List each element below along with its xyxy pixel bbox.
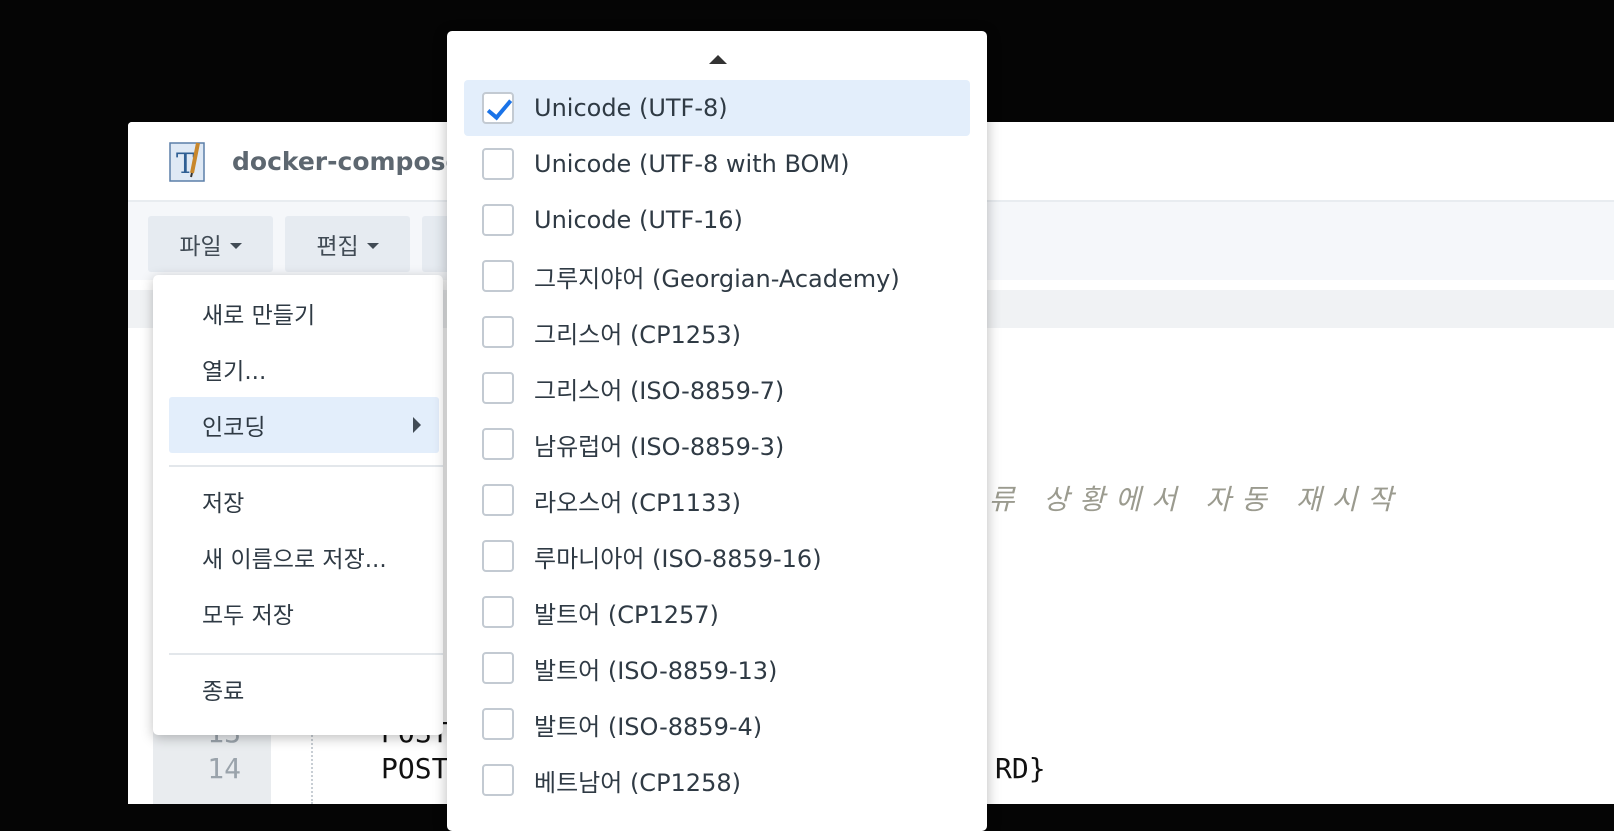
window-title: docker-compose <box>232 147 463 176</box>
encoding-option[interactable]: Unicode (UTF-8) <box>464 80 970 136</box>
menu-item-label: 모두 저장 <box>202 603 294 629</box>
checkbox-icon[interactable] <box>482 652 514 684</box>
menu-item-label: 새로 만들기 <box>202 303 316 329</box>
menu-item-label: 저장 <box>202 491 245 517</box>
encoding-option[interactable]: 그루지야어 (Georgian-Academy) <box>464 248 970 304</box>
menu-item-label: 새 이름으로 저장... <box>202 547 387 573</box>
menu-divider <box>169 465 443 467</box>
encoding-option-label: 그루지야어 (Georgian-Academy) <box>534 264 900 293</box>
chevron-down-icon <box>229 242 242 249</box>
code-comment: 오류 상황에서 자동 재시작 <box>953 483 1404 516</box>
checkbox-icon[interactable] <box>482 540 514 572</box>
encoding-option[interactable]: 루마니아어 (ISO-8859-16) <box>464 528 970 584</box>
encoding-option[interactable]: 남유럽어 (ISO-8859-3) <box>464 416 970 472</box>
menu-item-save-as[interactable]: 새 이름으로 저장... <box>169 529 439 585</box>
checkbox-icon[interactable] <box>482 428 514 460</box>
encoding-option-label: 베트남어 (CP1258) <box>534 768 741 797</box>
menu-item-new[interactable]: 새로 만들기 <box>169 285 439 341</box>
encoding-option[interactable]: 베트남어 (CP1258) <box>464 752 970 808</box>
file-menu-button[interactable]: 파일 <box>148 216 273 272</box>
encoding-option-label: 발트어 (ISO-8859-13) <box>534 656 778 685</box>
checkbox-icon[interactable] <box>482 596 514 628</box>
encoding-option[interactable]: 발트어 (CP1257) <box>464 584 970 640</box>
checkbox-icon[interactable] <box>482 148 514 180</box>
code-line: POST <box>381 752 449 785</box>
checkbox-icon[interactable] <box>482 204 514 236</box>
chevron-down-icon <box>366 242 379 249</box>
encoding-option-label: 발트어 (ISO-8859-4) <box>534 712 763 741</box>
menu-item-save-all[interactable]: 모두 저장 <box>169 585 439 641</box>
encoding-option-label: 발트어 (CP1257) <box>534 600 719 629</box>
scroll-up-arrow-icon[interactable] <box>709 55 727 64</box>
encoding-option-label: 그리스어 (CP1253) <box>534 320 741 349</box>
menu-divider <box>169 653 443 655</box>
encoding-option[interactable]: 그리스어 (ISO-8859-7) <box>464 360 970 416</box>
line-number: 14 <box>207 752 241 785</box>
edit-menu-button[interactable]: 편집 <box>285 216 410 272</box>
menu-item-exit[interactable]: 종료 <box>169 661 439 717</box>
checkbox-icon[interactable] <box>482 260 514 292</box>
encoding-option[interactable]: Unicode (UTF-16) <box>464 192 970 248</box>
menu-item-save[interactable]: 저장 <box>169 473 439 529</box>
encoding-option[interactable]: Unicode (UTF-8 with BOM) <box>464 136 970 192</box>
menu-item-label: 인코딩 <box>202 415 266 441</box>
menu-item-open[interactable]: 열기... <box>169 341 439 397</box>
encoding-option-label: 그리스어 (ISO-8859-7) <box>534 376 785 405</box>
text-editor-app-icon: T <box>169 142 205 182</box>
encoding-option-label: Unicode (UTF-8 with BOM) <box>534 150 850 178</box>
encoding-option-label: 남유럽어 (ISO-8859-3) <box>534 432 785 461</box>
file-menu-label: 파일 <box>179 234 222 260</box>
checkbox-checked-icon[interactable] <box>482 92 514 124</box>
encoding-option-label: 라오스어 (CP1133) <box>534 488 741 517</box>
encoding-option[interactable]: 라오스어 (CP1133) <box>464 472 970 528</box>
checkbox-icon[interactable] <box>482 484 514 516</box>
menu-item-label: 종료 <box>202 679 245 705</box>
encoding-submenu: Unicode (UTF-8) Unicode (UTF-8 with BOM) U… <box>447 31 987 831</box>
encoding-option-label: Unicode (UTF-8) <box>534 94 728 122</box>
chevron-right-icon <box>413 417 421 433</box>
encoding-option-label: 루마니아어 (ISO-8859-16) <box>534 544 822 573</box>
encoding-option-label: Unicode (UTF-16) <box>534 206 743 234</box>
encoding-option[interactable]: 발트어 (ISO-8859-13) <box>464 640 970 696</box>
menu-item-encoding[interactable]: 인코딩 <box>169 397 439 453</box>
code-line-tail: RD} <box>995 752 1046 785</box>
checkbox-icon[interactable] <box>482 316 514 348</box>
checkbox-icon[interactable] <box>482 708 514 740</box>
edit-menu-label: 편집 <box>316 234 359 260</box>
menu-item-label: 열기... <box>202 359 267 385</box>
file-dropdown-menu: 새로 만들기 열기... 인코딩 저장 새 이름으로 저장... 모두 저장 종… <box>153 275 443 735</box>
encoding-option[interactable]: 발트어 (ISO-8859-4) <box>464 696 970 752</box>
checkbox-icon[interactable] <box>482 764 514 796</box>
encoding-option[interactable]: 그리스어 (CP1253) <box>464 304 970 360</box>
checkbox-icon[interactable] <box>482 372 514 404</box>
